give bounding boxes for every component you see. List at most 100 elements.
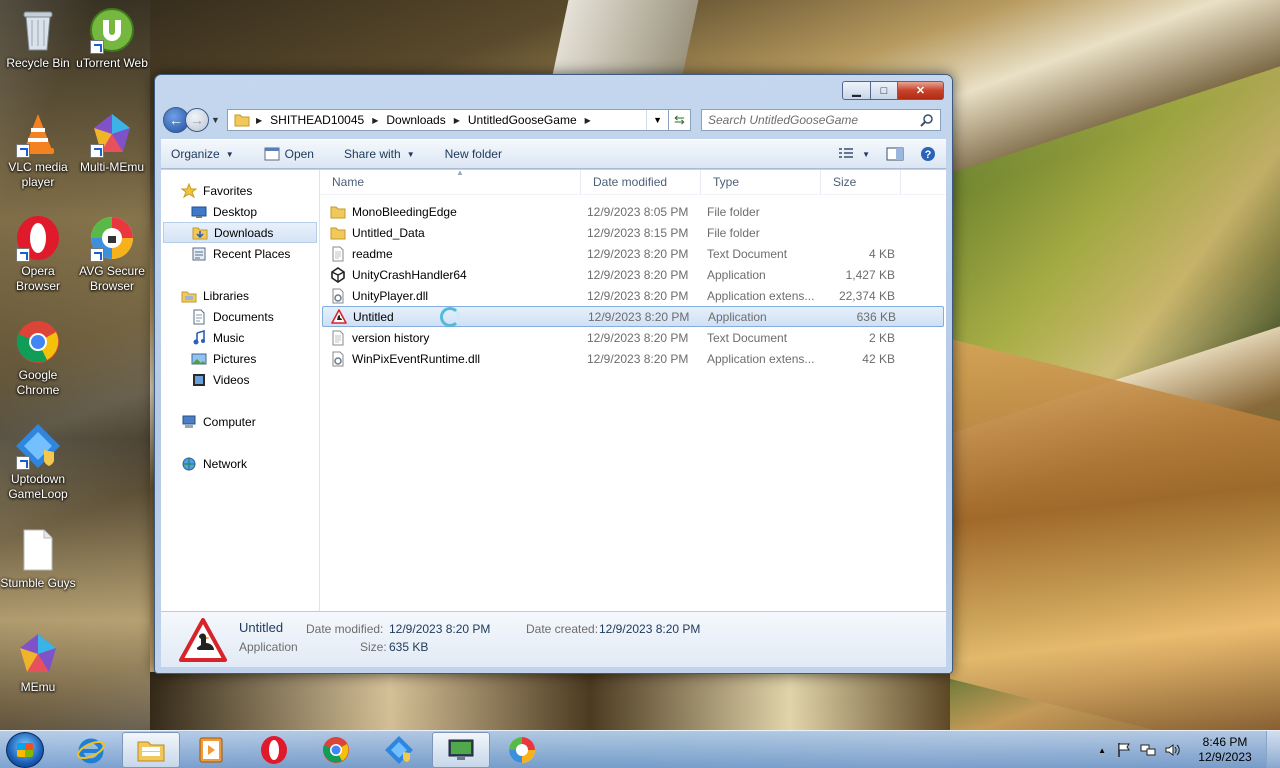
taskbar-remote-desktop[interactable] <box>432 732 490 768</box>
volume-icon[interactable] <box>1164 742 1180 758</box>
nav-network[interactable]: Network <box>161 453 319 474</box>
file-row[interactable]: Untitled_Data 12/9/2023 8:15 PM File folde… <box>322 222 944 243</box>
desktop-icon-recycle-bin[interactable]: Recycle Bin <box>0 6 76 71</box>
file-row[interactable]: readme 12/9/2023 8:20 PM Text Document 4 KB <box>322 243 944 264</box>
file-name-cell: UnityCrashHandler64 <box>322 266 583 283</box>
column-header-date[interactable]: Date modified <box>581 170 701 194</box>
file-row[interactable]: WinPixEventRuntime.dll 12/9/2023 8:20 PM A… <box>322 348 944 369</box>
chevron-right-icon[interactable]: ▶ <box>454 116 460 125</box>
breadcrumb-item[interactable]: UntitledGooseGame <box>468 113 577 127</box>
recent-pages-dropdown[interactable]: ▼ <box>211 115 223 125</box>
help-icon[interactable]: ? <box>920 146 936 162</box>
breadcrumb-item[interactable]: SHITHEAD10045 <box>270 113 364 127</box>
forward-button[interactable]: → <box>185 108 209 132</box>
chevron-right-icon[interactable]: ▶ <box>372 116 378 125</box>
show-desktop-button[interactable] <box>1266 731 1280 768</box>
desktop-icon-memu[interactable]: MEmu <box>0 630 76 695</box>
chrome-icon <box>323 737 349 763</box>
taskbar-file-explorer[interactable] <box>122 732 180 768</box>
unity-icon <box>331 266 345 283</box>
taskbar-avg-browser[interactable] <box>493 732 551 768</box>
shortcut-arrow-icon <box>90 144 104 158</box>
file-explorer-icon <box>137 741 165 762</box>
back-arrow-icon: ← <box>169 112 183 128</box>
file-row[interactable]: UnityPlayer.dll 12/9/2023 8:20 PM Applicat… <box>322 285 944 306</box>
refresh-button[interactable]: ⇆ <box>669 109 691 131</box>
nav-downloads[interactable]: Downloads <box>163 222 317 243</box>
breadcrumb-item[interactable]: Downloads <box>386 113 445 127</box>
nav-pictures[interactable]: Pictures <box>161 348 319 369</box>
file-size: 2 KB <box>868 330 895 345</box>
nav-videos[interactable]: Videos <box>161 369 319 390</box>
details-size-label: Size: <box>360 640 387 654</box>
organize-button[interactable]: Organize ▼ <box>171 147 234 161</box>
desktop-icon-chrome[interactable]: Google Chrome <box>0 318 76 398</box>
nav-music[interactable]: Music <box>161 327 319 348</box>
preview-pane-icon[interactable] <box>886 147 904 161</box>
desktop-icon-opera[interactable]: Opera Browser <box>0 214 76 294</box>
taskbar-gameloop[interactable] <box>370 732 428 768</box>
nav-documents[interactable]: Documents <box>161 306 319 327</box>
column-header-name[interactable]: Name <box>320 170 581 194</box>
forward-arrow-icon: → <box>190 112 204 128</box>
new-folder-button[interactable]: New folder <box>445 147 502 161</box>
file-row[interactable]: UnityCrashHandler64 12/9/2023 8:20 PM Appl… <box>322 264 944 285</box>
share-with-label: Share with <box>343 147 401 161</box>
search-input[interactable]: Search UntitledGooseGame <box>701 109 941 131</box>
avg-browser-icon <box>509 737 535 763</box>
desktop-icon-label: VLC media player <box>8 160 68 189</box>
new-folder-label: New folder <box>444 147 502 161</box>
desktop-icon-stumble-guys[interactable]: Stumble Guys <box>0 526 76 591</box>
maximize-button[interactable]: □ <box>871 81 898 100</box>
explorer-body: Favorites Desktop Downloads Recent Place… <box>161 168 946 613</box>
file-name: UnityPlayer.dll <box>352 288 429 303</box>
address-bar[interactable]: ▶ SHITHEAD10045 ▶ Downloads ▶ UntitledGo… <box>227 109 669 131</box>
share-with-button[interactable]: Share with ▼ <box>344 147 415 161</box>
file-date: 12/9/2023 8:20 PM <box>587 267 689 282</box>
desktop-icon-vlc[interactable]: VLC media player <box>0 110 76 190</box>
desktop-icon-gameloop[interactable]: Uptodown GameLoop <box>0 422 76 502</box>
file-row[interactable]: Untitled 12/9/2023 8:20 PM Application 636 … <box>322 306 944 327</box>
close-button[interactable]: ✕ <box>898 81 944 100</box>
memu-icon <box>14 630 62 678</box>
folder-icon <box>234 114 250 127</box>
column-header-type[interactable]: Type <box>701 170 821 194</box>
file-row[interactable]: MonoBleedingEdge 12/9/2023 8:05 PM File fo… <box>322 201 944 222</box>
desktop-icon-utorrent[interactable]: uTorrent Web <box>74 6 150 71</box>
start-button[interactable] <box>6 732 44 768</box>
details-date-created: 12/9/2023 8:20 PM <box>599 622 701 636</box>
desktop-icon-avg-browser[interactable]: AVG Secure Browser <box>74 214 150 294</box>
taskbar-chrome[interactable] <box>307 732 365 768</box>
network-status-icon[interactable] <box>1140 742 1156 758</box>
folder-icon <box>330 227 346 239</box>
pictures-icon <box>191 353 207 364</box>
file-row[interactable]: version history 12/9/2023 8:20 PM Text Doc… <box>322 327 944 348</box>
file-type: Application extens... <box>707 351 815 366</box>
explorer-window[interactable]: ▁ □ ✕ ← → ▼ ▶ SHITHEAD10045 ▶ Downloads … <box>154 74 953 674</box>
chevron-right-icon[interactable]: ▶ <box>256 116 262 125</box>
desktop-icon-multi-memu[interactable]: Multi-MEmu <box>74 110 150 175</box>
address-dropdown-icon[interactable]: ▼ <box>646 110 668 130</box>
taskbar-media-player[interactable] <box>182 732 240 768</box>
clock-date: 12/9/2023 <box>1198 750 1252 764</box>
nav-desktop[interactable]: Desktop <box>161 201 319 222</box>
desktop-icon-label: Stumble Guys <box>0 576 76 590</box>
file-type: Application <box>708 309 767 324</box>
view-options-button[interactable]: ▼ <box>838 147 870 161</box>
nav-recent-places[interactable]: Recent Places <box>161 243 319 264</box>
column-header-size[interactable]: Size <box>821 170 901 194</box>
nav-libraries[interactable]: Libraries <box>161 285 319 306</box>
taskbar: ▲ 8:46 PM 12/9/2023 <box>0 730 1280 768</box>
taskbar-opera[interactable] <box>245 732 303 768</box>
open-button[interactable]: Open <box>264 147 314 161</box>
nav-computer[interactable]: Computer <box>161 411 319 432</box>
file-name-cell: MonoBleedingEdge <box>322 204 583 220</box>
taskbar-internet-explorer[interactable] <box>62 732 120 768</box>
show-hidden-icons-button[interactable]: ▲ <box>1098 746 1106 755</box>
nav-favorites[interactable]: Favorites <box>161 180 319 201</box>
clock[interactable]: 8:46 PM 12/9/2023 <box>1190 735 1260 765</box>
internet-explorer-icon <box>77 738 105 764</box>
action-center-flag-icon[interactable] <box>1116 742 1132 758</box>
minimize-button[interactable]: ▁ <box>842 81 871 100</box>
chevron-right-icon[interactable]: ▶ <box>585 116 591 125</box>
